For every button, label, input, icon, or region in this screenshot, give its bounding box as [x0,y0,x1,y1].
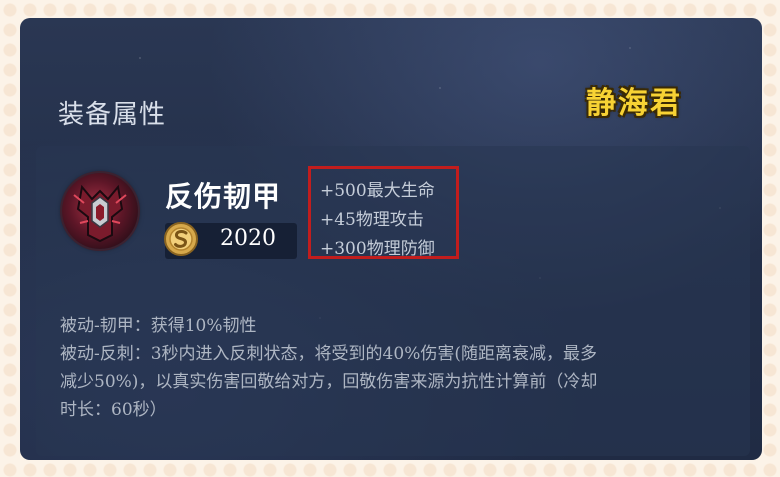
section-title: 装备属性 [58,100,167,130]
equipment-panel: 装备属性 静海君 反伤韧甲 2020 +500最大生命 +45物理攻击 +300… [20,18,762,460]
stat-max-hp: +500最大生命 [320,181,435,201]
passive-counter-line-2: 减少50%)，以真实伤害回敬给对方，回敬伤害来源为抗性计算前（冷却 [60,372,598,392]
item-price: 2020 [220,226,276,251]
watermark: 静海君 [586,86,682,121]
stat-physical-defense: +300物理防御 [320,239,435,259]
stat-physical-attack: +45物理攻击 [320,210,424,230]
armor-icon[interactable] [62,173,138,249]
passive-toughness: 被动-韧甲：获得10%韧性 [60,316,257,336]
gold-coin-icon [163,221,199,257]
passive-counter-line-3: 时长：60秒） [60,400,167,420]
item-name: 反伤韧甲 [165,180,282,213]
passive-counter-line-1: 被动-反刺：3秒内进入反刺状态，将受到的40%伤害(随距离衰减，最多 [60,344,597,364]
